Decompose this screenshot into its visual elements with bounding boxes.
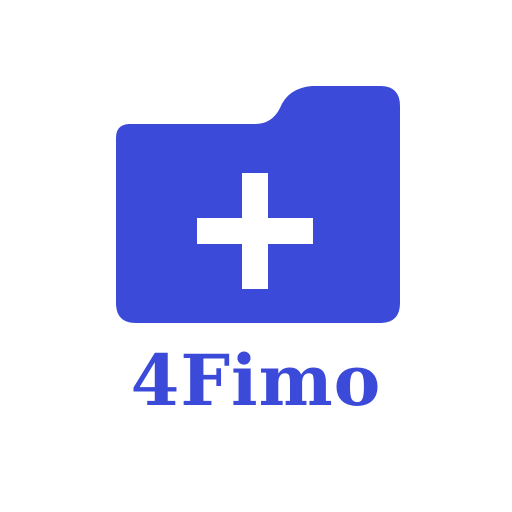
folder-plus-icon xyxy=(116,86,400,323)
logo-canvas: 4Fimo xyxy=(0,0,512,512)
brand-name: 4Fimo xyxy=(130,339,382,422)
plus-horizontal-bar xyxy=(197,218,313,244)
